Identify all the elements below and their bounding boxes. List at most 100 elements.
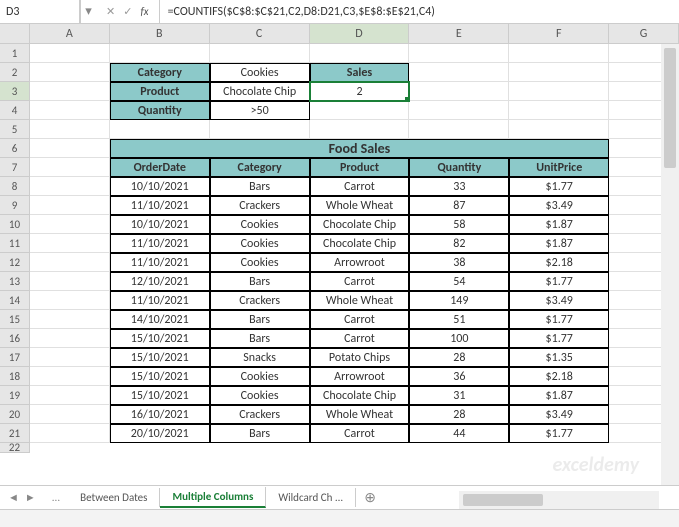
cell-category[interactable]: Cookies (210, 234, 310, 253)
cell-category[interactable]: Cookies (210, 367, 310, 386)
cell-date[interactable]: 11/10/2021 (110, 234, 210, 253)
cell-product[interactable]: Carrot (310, 272, 410, 291)
cell-date[interactable]: 11/10/2021 (110, 196, 210, 215)
row-header-7[interactable]: 7 (0, 158, 30, 177)
cell-category[interactable]: Snacks (210, 348, 310, 367)
cell-date[interactable]: 11/10/2021 (110, 291, 210, 310)
cell-price[interactable]: $1.77 (509, 272, 609, 291)
cell-quantity[interactable]: 31 (409, 386, 509, 405)
empty-cell[interactable] (30, 158, 110, 177)
empty-cell[interactable] (210, 120, 310, 139)
cell-date[interactable]: 15/10/2021 (110, 329, 210, 348)
cell-product[interactable]: Carrot (310, 329, 410, 348)
cell-quantity[interactable]: 51 (409, 310, 509, 329)
select-all-corner[interactable] (0, 24, 30, 44)
row-header-20[interactable]: 20 (0, 405, 30, 424)
cell-product[interactable]: Chocolate Chip (310, 215, 410, 234)
cell-price[interactable]: $2.18 (509, 367, 609, 386)
cell-quantity[interactable]: 82 (409, 234, 509, 253)
row-header-14[interactable]: 14 (0, 291, 30, 310)
cell-date[interactable]: 11/10/2021 (110, 253, 210, 272)
empty-cell[interactable] (30, 120, 110, 139)
cell-date[interactable]: 15/10/2021 (110, 386, 210, 405)
empty-cell[interactable] (310, 101, 410, 120)
empty-cell[interactable] (509, 44, 609, 63)
empty-cell[interactable] (509, 120, 609, 139)
check-icon[interactable]: ✓ (123, 5, 132, 18)
empty-cell[interactable] (310, 120, 410, 139)
cell-product[interactable]: Potato Chips (310, 348, 410, 367)
row-header-15[interactable]: 15 (0, 310, 30, 329)
row-header-9[interactable]: 9 (0, 196, 30, 215)
cell-quantity[interactable]: 38 (409, 253, 509, 272)
cell-category[interactable]: Bars (210, 329, 310, 348)
cell-price[interactable]: $3.49 (509, 196, 609, 215)
cell-product[interactable]: Carrot (310, 177, 410, 196)
cell-product[interactable]: Carrot (310, 310, 410, 329)
nav-prev-icon[interactable]: ◄ (6, 491, 21, 504)
cell-quantity[interactable]: 87 (409, 196, 509, 215)
empty-cell[interactable] (30, 272, 110, 291)
cell-category[interactable]: Bars (210, 272, 310, 291)
name-box[interactable]: D3 (0, 0, 80, 23)
cell-price[interactable]: $1.77 (509, 329, 609, 348)
row-header-12[interactable]: 12 (0, 253, 30, 272)
row-header-19[interactable]: 19 (0, 386, 30, 405)
empty-cell[interactable] (110, 120, 210, 139)
cell-quantity[interactable]: 149 (409, 291, 509, 310)
cell-category[interactable]: Bars (210, 310, 310, 329)
empty-cell[interactable] (30, 329, 110, 348)
value-product[interactable]: Chocolate Chip (210, 82, 310, 101)
header-category[interactable]: Category (210, 158, 310, 177)
empty-cell[interactable] (30, 196, 110, 215)
empty-cell[interactable] (30, 348, 110, 367)
row-header-22[interactable]: 22 (0, 443, 30, 453)
col-header-G[interactable]: G (609, 24, 679, 44)
label-product[interactable]: Product (110, 82, 210, 101)
cell-category[interactable]: Crackers (210, 196, 310, 215)
label-quantity[interactable]: Quantity (110, 101, 210, 120)
cell-date[interactable]: 15/10/2021 (110, 348, 210, 367)
empty-cell[interactable] (30, 44, 110, 63)
cell-product[interactable]: Chocolate Chip (310, 234, 410, 253)
name-box-dropdown-icon[interactable]: ▾ (80, 0, 96, 23)
cell-price[interactable]: $1.87 (509, 215, 609, 234)
cell-date[interactable]: 14/10/2021 (110, 310, 210, 329)
empty-cell[interactable] (30, 405, 110, 424)
cell-date[interactable]: 10/10/2021 (110, 215, 210, 234)
empty-cell[interactable] (30, 215, 110, 234)
cell-product[interactable]: Whole Wheat (310, 405, 410, 424)
cell-category[interactable]: Crackers (210, 291, 310, 310)
cancel-icon[interactable]: ✕ (106, 5, 115, 18)
col-header-D[interactable]: D (310, 24, 410, 44)
cell-product[interactable]: Chocolate Chip (310, 386, 410, 405)
cell-category[interactable]: Bars (210, 177, 310, 196)
add-sheet-icon[interactable]: ⊕ (356, 489, 384, 506)
vertical-scrollbar[interactable] (661, 44, 679, 485)
cell-category[interactable]: Cookies (210, 253, 310, 272)
empty-cell[interactable] (30, 253, 110, 272)
scroll-thumb-h[interactable] (463, 494, 543, 506)
cell-date[interactable]: 15/10/2021 (110, 367, 210, 386)
tab-multiple-columns[interactable]: Multiple Columns (160, 487, 266, 508)
cell-category[interactable]: Cookies (210, 215, 310, 234)
cell-price[interactable]: $3.49 (509, 405, 609, 424)
cell-category[interactable]: Crackers (210, 405, 310, 424)
empty-cell[interactable] (409, 120, 509, 139)
empty-cell[interactable] (110, 44, 210, 63)
row-header-17[interactable]: 17 (0, 348, 30, 367)
value-sales[interactable]: 2 (310, 82, 410, 101)
cell-product[interactable]: Arrowroot (310, 253, 410, 272)
empty-cell[interactable] (30, 101, 110, 120)
cell-quantity[interactable]: 100 (409, 329, 509, 348)
col-header-C[interactable]: C (210, 24, 310, 44)
cell-price[interactable]: $1.77 (509, 310, 609, 329)
label-category[interactable]: Category (110, 63, 210, 82)
cell-date[interactable]: 10/10/2021 (110, 177, 210, 196)
row-header-8[interactable]: 8 (0, 177, 30, 196)
empty-cell[interactable] (210, 44, 310, 63)
header-unitprice[interactable]: UnitPrice (509, 158, 609, 177)
cell-quantity[interactable]: 36 (409, 367, 509, 386)
empty-cell[interactable] (409, 44, 509, 63)
empty-cell[interactable] (30, 63, 110, 82)
